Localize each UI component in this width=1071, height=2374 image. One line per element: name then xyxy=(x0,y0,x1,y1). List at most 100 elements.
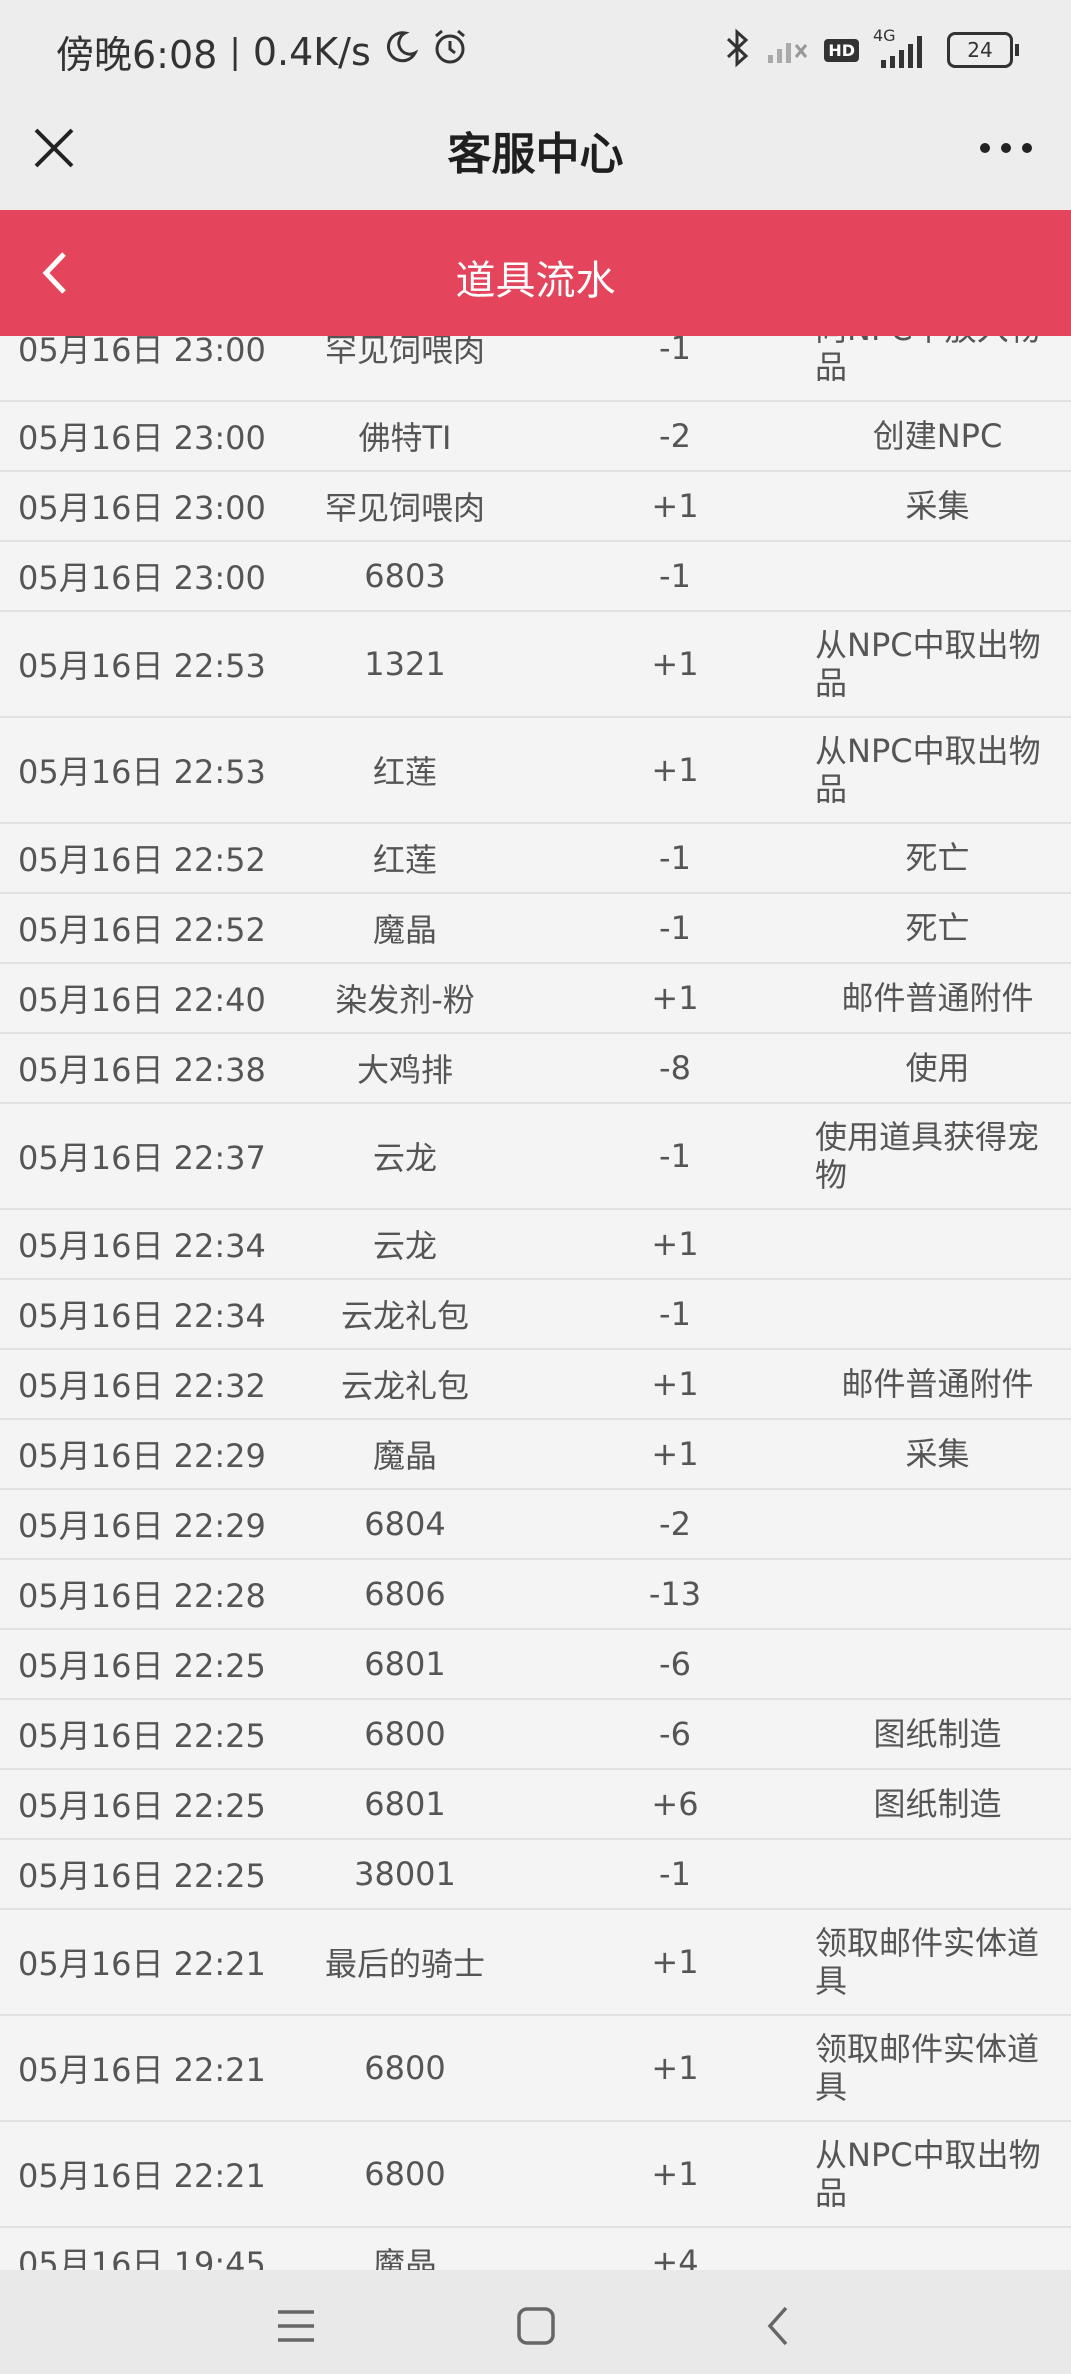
row-reason: 领取邮件实体道具 xyxy=(815,1924,1040,2000)
bluetooth-icon xyxy=(722,28,752,72)
table-row: 05月16日 23:00 佛特TI -2 创建NPC xyxy=(0,402,1071,472)
battery-icon: 24 xyxy=(947,32,1019,68)
row-qty: -1 xyxy=(659,557,691,595)
home-button[interactable] xyxy=(506,2296,566,2356)
row-time: 05月16日 19:45 xyxy=(18,2245,266,2270)
table-row: 05月16日 22:40 染发剂-粉 +1 邮件普通附件 xyxy=(0,964,1071,1034)
hd-badge: HD xyxy=(824,38,859,62)
title-bar: 客服中心 xyxy=(0,100,1071,210)
row-time: 05月16日 22:29 xyxy=(18,1507,266,1545)
row-qty: +1 xyxy=(651,751,699,789)
row-item: 最后的骑士 xyxy=(324,1945,485,1983)
row-reason: 采集 xyxy=(905,1435,970,1473)
table-row: 05月16日 22:29 魔晶 +1 采集 xyxy=(0,1420,1071,1490)
row-qty: -6 xyxy=(659,1715,691,1753)
table-row: 05月16日 23:00 罕见饲喂肉 +1 采集 xyxy=(0,472,1071,542)
row-qty: -1 xyxy=(659,839,691,877)
row-time: 05月16日 22:53 xyxy=(18,647,266,685)
row-item: 6801 xyxy=(364,1645,446,1683)
row-time: 05月16日 22:28 xyxy=(18,1577,266,1615)
row-time: 05月16日 23:00 xyxy=(18,336,266,369)
table-row: 05月16日 22:52 魔晶 -1 死亡 xyxy=(0,894,1071,964)
row-reason: 死亡 xyxy=(905,839,970,877)
table-row: 05月16日 22:32 云龙礼包 +1 邮件普通附件 xyxy=(0,1350,1071,1420)
row-time: 05月16日 22:53 xyxy=(18,753,266,791)
table-row: 05月16日 22:25 6801 -6 xyxy=(0,1630,1071,1700)
row-time: 05月16日 22:37 xyxy=(18,1139,266,1177)
status-bar: 傍晚6:08 | 0.4K/s HD 4G 24 xyxy=(0,0,1071,100)
row-qty: +1 xyxy=(651,2155,699,2193)
row-qty: -8 xyxy=(659,1049,691,1087)
row-reason: 从NPC中取出物品 xyxy=(815,626,1041,702)
signal-off-icon xyxy=(766,31,810,69)
row-reason xyxy=(815,1560,1060,1628)
menu-icon xyxy=(278,2310,314,2342)
table-row: 05月16日 23:00 罕见饲喂肉 -1 向NPC中放入物品 xyxy=(0,336,1071,402)
row-time: 05月16日 22:32 xyxy=(18,1367,266,1405)
row-time: 05月16日 22:38 xyxy=(18,1051,266,1089)
home-icon xyxy=(517,2307,555,2345)
row-item: 6806 xyxy=(364,1575,446,1613)
row-reason: 向NPC中放入物品 xyxy=(815,336,1041,386)
row-time: 05月16日 22:34 xyxy=(18,1227,266,1265)
row-item: 云龙 xyxy=(372,1139,437,1177)
row-item: 6800 xyxy=(364,2155,446,2193)
row-time: 05月16日 23:00 xyxy=(18,559,266,597)
row-item: 云龙 xyxy=(372,1227,437,1265)
row-item: 红莲 xyxy=(372,753,437,791)
row-qty: -6 xyxy=(659,1645,691,1683)
row-reason xyxy=(815,1210,1060,1278)
row-reason xyxy=(815,2228,1060,2270)
row-item: 罕见饲喂肉 xyxy=(324,489,485,527)
table-row: 05月16日 22:21 最后的骑士 +1 领取邮件实体道具 xyxy=(0,1910,1071,2016)
row-item: 6804 xyxy=(364,1505,446,1543)
row-reason: 邮件普通附件 xyxy=(841,1365,1034,1403)
row-item: 大鸡排 xyxy=(356,1051,453,1089)
table-row: 05月16日 22:29 6804 -2 xyxy=(0,1490,1071,1560)
row-reason: 从NPC中取出物品 xyxy=(815,732,1041,808)
row-qty: -2 xyxy=(659,1505,691,1543)
row-item: 6800 xyxy=(364,2049,446,2087)
menu-button[interactable] xyxy=(266,2296,326,2356)
row-reason xyxy=(815,1630,1060,1698)
row-qty: +1 xyxy=(651,1435,699,1473)
row-reason: 使用道具获得宠物 xyxy=(815,1118,1040,1194)
table-row: 05月16日 22:34 云龙 +1 xyxy=(0,1210,1071,1280)
row-qty: -2 xyxy=(659,417,691,455)
table-row: 05月16日 22:53 红莲 +1 从NPC中取出物品 xyxy=(0,718,1071,824)
moon-icon xyxy=(383,29,419,74)
row-qty: +1 xyxy=(651,1365,699,1403)
table-row: 05月16日 22:53 1321 +1 从NPC中取出物品 xyxy=(0,612,1071,718)
row-item: 6801 xyxy=(364,1785,446,1823)
item-log-list[interactable]: 05月16日 23:00罕见饲喂肉-1向NPC中放入物品05月16日 23:00… xyxy=(0,336,1071,2270)
status-left: 傍晚6:08 | 0.4K/s xyxy=(56,24,469,79)
table-row: 05月16日 22:21 6800 +1 领取邮件实体道具 xyxy=(0,2016,1071,2122)
table-row: 05月16日 23:00 6803 -1 xyxy=(0,542,1071,612)
row-reason: 图纸制造 xyxy=(873,1715,1002,1753)
row-qty: +1 xyxy=(651,1225,699,1263)
row-reason xyxy=(815,1280,1060,1348)
row-time: 05月16日 22:40 xyxy=(18,981,266,1019)
row-time: 05月16日 22:25 xyxy=(18,1857,266,1895)
row-reason xyxy=(815,1840,1060,1908)
table-row: 05月16日 22:25 6800 -6 图纸制造 xyxy=(0,1700,1071,1770)
back-nav-button[interactable] xyxy=(750,2296,810,2356)
section-title: 道具流水 xyxy=(455,258,616,304)
row-reason xyxy=(815,542,1060,610)
row-qty: +1 xyxy=(651,2049,699,2087)
row-time: 05月16日 22:52 xyxy=(18,911,266,949)
row-qty: -13 xyxy=(648,1575,702,1613)
row-qty: +6 xyxy=(651,1785,699,1823)
row-item: 6803 xyxy=(364,557,446,595)
more-button[interactable] xyxy=(971,122,1041,178)
row-time: 05月16日 22:34 xyxy=(18,1297,266,1335)
row-time: 05月16日 22:25 xyxy=(18,1647,266,1685)
row-time: 05月16日 22:21 xyxy=(18,1945,266,1983)
table-row: 05月16日 22:38 大鸡排 -8 使用 xyxy=(0,1034,1071,1104)
row-time: 05月16日 22:21 xyxy=(18,2157,266,2195)
row-item: 魔晶 xyxy=(372,2245,437,2270)
table-row: 05月16日 22:25 6801 +6 图纸制造 xyxy=(0,1770,1071,1840)
table-row: 05月16日 19:45 魔晶 +4 xyxy=(0,2228,1071,2270)
row-reason: 创建NPC xyxy=(872,417,1003,455)
row-item: 佛特TI xyxy=(358,419,452,457)
